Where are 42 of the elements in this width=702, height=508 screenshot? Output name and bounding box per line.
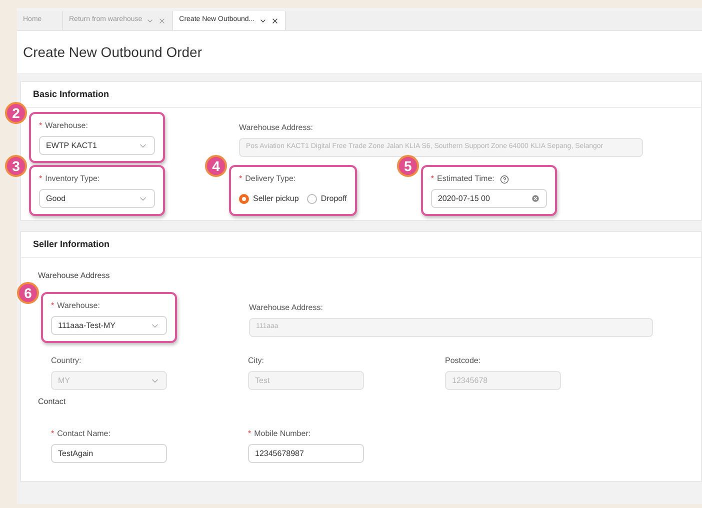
field-label: Mobile Number:	[254, 428, 311, 440]
clear-icon[interactable]	[530, 194, 540, 203]
date-field[interactable]: 2020-07-15 00	[430, 189, 547, 208]
step-number: 2	[5, 102, 27, 124]
required-asterisk: *	[239, 173, 242, 185]
required-asterisk: *	[39, 120, 42, 132]
field-label: Postcode:	[445, 355, 481, 367]
close-icon[interactable]	[270, 16, 279, 24]
field-label: Delivery Type:	[245, 173, 296, 185]
required-asterisk: *	[51, 428, 54, 440]
group-subtitle: Contact	[38, 396, 67, 408]
required-asterisk: *	[51, 300, 54, 312]
field-label: Country:	[51, 355, 82, 367]
select-field[interactable]: Good	[39, 189, 155, 208]
select-field[interactable]: 111aaa-Test-MY	[51, 316, 167, 335]
step-number: 4	[205, 155, 227, 177]
input-field[interactable]: 12345678987	[248, 444, 364, 463]
field-label: Warehouse:	[45, 120, 88, 132]
step-number: 3	[5, 155, 27, 177]
field-label: Estimated Time:	[437, 173, 494, 185]
step-number: 6	[17, 282, 39, 304]
required-asterisk: *	[39, 173, 42, 185]
step-number: 5	[396, 155, 419, 177]
page-title: Create New Outbound Order	[23, 42, 202, 62]
required-asterisk: *	[430, 173, 434, 185]
field-label: Warehouse Address:	[249, 302, 323, 314]
select-field[interactable]: EWTP KACT1	[39, 136, 155, 155]
help-icon[interactable]	[500, 174, 510, 184]
input-field[interactable]: TestAgain	[51, 444, 167, 463]
radio-icon	[306, 194, 317, 204]
radio-option[interactable]: Seller pickup	[239, 192, 299, 204]
field-label: Warehouse Address:	[239, 122, 313, 134]
required-asterisk: *	[248, 428, 252, 440]
field-label: Contact Name:	[57, 428, 110, 440]
radio-option[interactable]: Dropoff	[306, 192, 347, 204]
field-label: Warehouse:	[57, 300, 100, 312]
group-subtitle: Warehouse Address	[38, 270, 111, 282]
radio-icon	[239, 194, 249, 204]
field-label: City:	[248, 355, 264, 367]
field-label: Inventory Type:	[45, 173, 100, 185]
section-title: Basic Information	[33, 88, 110, 101]
section-title: Seller Information	[33, 238, 110, 251]
